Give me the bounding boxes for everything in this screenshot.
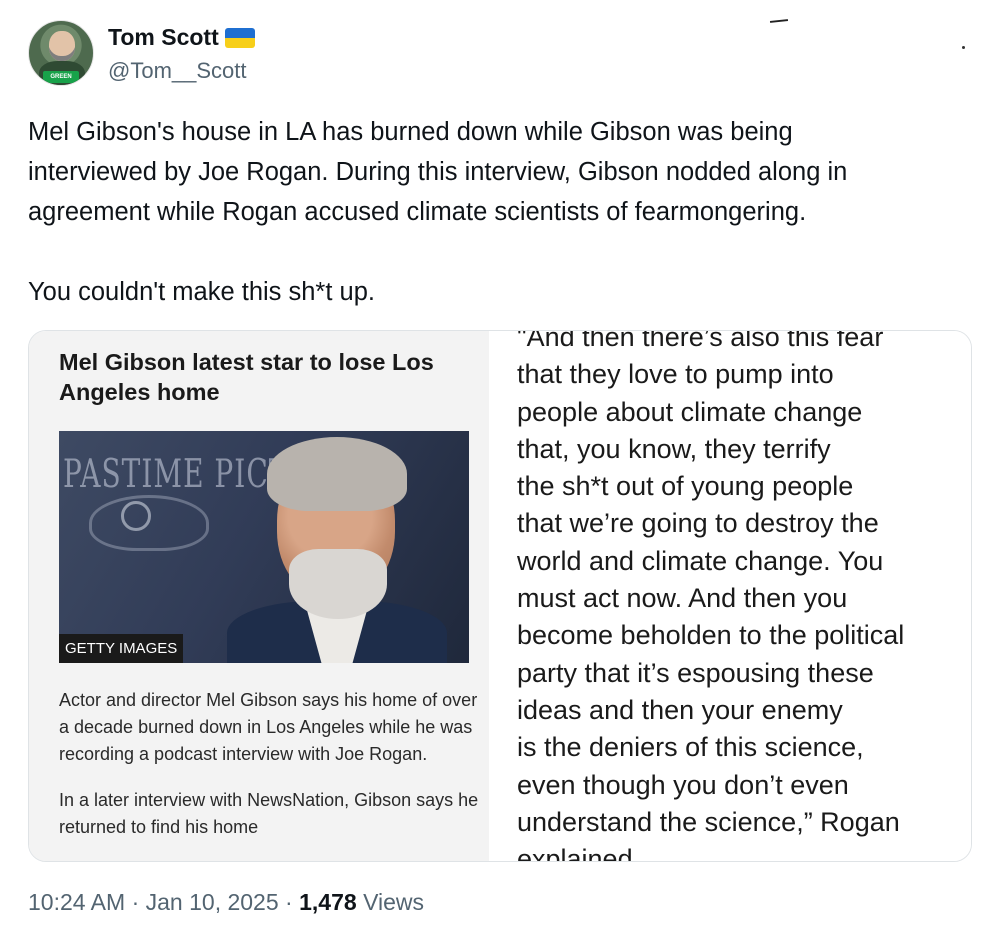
name-row: Tom Scott xyxy=(108,24,255,51)
tweet-date[interactable]: Jan 10, 2025 xyxy=(146,889,279,915)
meta-separator: · xyxy=(285,889,293,915)
avatar-face xyxy=(49,31,75,61)
ukraine-flag-icon xyxy=(224,27,255,48)
person-beard xyxy=(289,549,387,619)
clock-emblem xyxy=(121,501,151,531)
person-hair xyxy=(267,437,407,511)
tweet-time[interactable]: 10:24 AM xyxy=(28,889,125,915)
photo-caption: GETTY IMAGES xyxy=(59,634,184,663)
article-screenshot: Mel Gibson latest star to lose Los Angel… xyxy=(29,331,489,861)
article-photo: PASTIME PICTURES GETTY IMAGES xyxy=(59,431,469,663)
views-count[interactable]: 1,478 xyxy=(299,889,357,915)
quote-screenshot: "And then there’s also this fear that th… xyxy=(489,330,971,862)
display-name[interactable]: Tom Scott xyxy=(108,24,219,51)
article-paragraph: In a later interview with NewsNation, Gi… xyxy=(59,790,479,837)
tweet-text: Mel Gibson's house in LA has burned down… xyxy=(28,118,848,306)
views-label: Views xyxy=(363,889,424,915)
article-body: Actor and director Mel Gibson says his h… xyxy=(59,687,479,860)
tweet-meta: 10:24 AM · Jan 10, 2025 · 1,478 Views xyxy=(28,889,424,916)
tweet-header: GREEN Tom Scott @Tom__Scott xyxy=(28,20,928,90)
rogan-quote: "And then there’s also this fear that th… xyxy=(517,330,905,862)
article-title: Mel Gibson latest star to lose Los Angel… xyxy=(59,349,434,405)
avatar-badge: GREEN xyxy=(43,71,79,83)
article-paragraph: Actor and director Mel Gibson says his h… xyxy=(59,690,478,764)
avatar[interactable]: GREEN xyxy=(28,20,94,86)
meta-separator: · xyxy=(131,889,140,915)
user-handle[interactable]: @Tom__Scott xyxy=(108,58,247,84)
media-card[interactable]: Mel Gibson latest star to lose Los Angel… xyxy=(28,330,972,862)
stray-dot xyxy=(962,46,965,49)
